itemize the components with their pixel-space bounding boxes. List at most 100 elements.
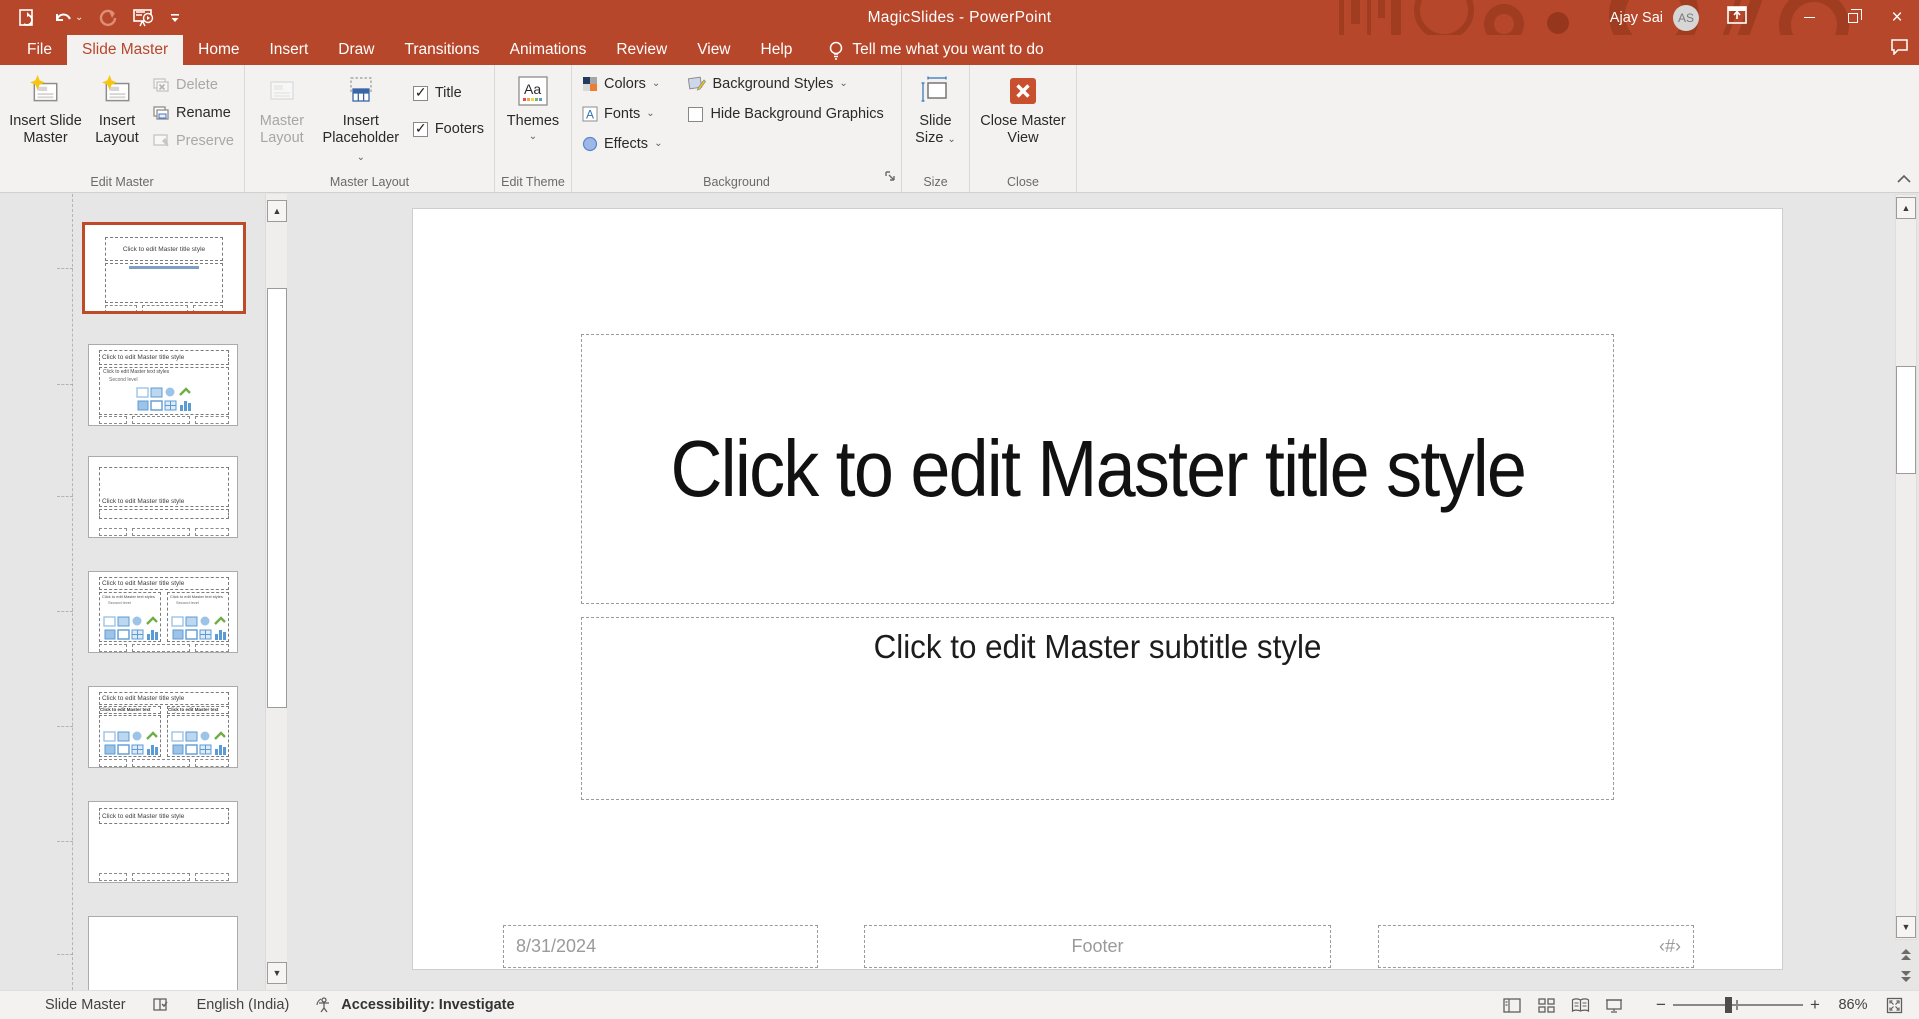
title-checkbox[interactable]: Title [412, 82, 484, 104]
slide-canvas[interactable]: Click to edit Master title style Click t… [412, 208, 1783, 970]
thumbnail-layout-two-content[interactable]: Click to edit Master title style Click t… [88, 571, 238, 653]
colors-button[interactable]: Colors ⌄ [582, 73, 662, 95]
tab-view[interactable]: View [682, 35, 745, 65]
spell-check-icon[interactable] [152, 997, 171, 1013]
slide-size-button[interactable]: Slide Size ⌄ [906, 68, 965, 148]
canvas-scroll-thumb[interactable] [1896, 366, 1916, 474]
accessibility-status[interactable]: Accessibility: Investigate [315, 996, 515, 1014]
tab-file[interactable]: File [12, 35, 67, 65]
background-styles-icon [688, 76, 707, 91]
group-label-close: Close [1007, 175, 1039, 189]
thumbnail-layout-section-header[interactable]: Click to edit Master title style [88, 456, 238, 538]
tab-home[interactable]: Home [183, 35, 254, 65]
powerpoint-window: ⌄ MagicSlides - PowerPoint Ajay Sai AS × [0, 0, 1919, 1019]
background-styles-chevron-icon: ⌄ [839, 78, 848, 89]
normal-view-icon[interactable] [1495, 991, 1529, 1019]
group-edit-master: Insert Slide Master Insert Layout Delete… [0, 65, 245, 192]
master-layout-button: Master Layout [249, 68, 315, 148]
thumbnail-layout-title-only[interactable]: Click to edit Master title style [88, 801, 238, 883]
thumbnail-scroll-up-icon[interactable]: ▲ [267, 200, 287, 222]
zoom-slider-handle[interactable] [1725, 997, 1732, 1013]
comment-icon[interactable] [1890, 38, 1909, 60]
canvas-scrollbar[interactable]: ▲ ▼ [1893, 194, 1919, 990]
start-slideshow-icon[interactable] [133, 8, 154, 27]
ribbon-display-options-icon[interactable] [1727, 6, 1747, 29]
delete-button: Delete [153, 74, 234, 96]
canvas-scroll-down-icon[interactable]: ▼ [1896, 916, 1916, 938]
delete-icon [153, 77, 169, 92]
customize-qat-icon[interactable] [170, 12, 180, 24]
thumbnail-layout-title-content[interactable]: Click to edit Master title style Click t… [88, 344, 238, 426]
insert-slide-master-icon [29, 73, 61, 109]
slideshow-view-icon[interactable] [1597, 991, 1631, 1019]
fit-slide-to-window-icon[interactable] [1879, 991, 1909, 1019]
tell-me-box[interactable]: Tell me what you want to do [829, 35, 1044, 65]
canvas-scroll-up-icon[interactable]: ▲ [1896, 197, 1916, 219]
zoom-in-button[interactable]: + [1803, 995, 1827, 1015]
save-icon[interactable] [18, 8, 37, 27]
tab-insert[interactable]: Insert [255, 35, 324, 65]
workspace: Click to edit Master title style Click t… [0, 194, 1919, 990]
effects-chevron-icon: ⌄ [654, 138, 663, 149]
view-label[interactable]: Slide Master [45, 997, 126, 1013]
effects-icon [582, 136, 598, 152]
tab-help[interactable]: Help [746, 35, 808, 65]
subtitle-placeholder[interactable]: Click to edit Master subtitle style [581, 617, 1614, 800]
slide-sorter-icon[interactable] [1529, 991, 1563, 1019]
avatar[interactable]: AS [1673, 4, 1699, 31]
thumbnail-layout-blank[interactable] [88, 916, 238, 990]
undo-icon[interactable]: ⌄ [53, 10, 83, 26]
minimize-button[interactable] [1787, 0, 1831, 35]
title-checkbox-box[interactable] [412, 84, 428, 101]
insert-slide-master-button[interactable]: Insert Slide Master [4, 68, 87, 148]
next-slide-button[interactable] [1896, 966, 1916, 986]
insert-placeholder-button[interactable]: Insert Placeholder ⌄ [315, 68, 407, 165]
hide-background-graphics-checkbox[interactable]: Hide Background Graphics [688, 103, 884, 125]
layout-connector-line [72, 194, 73, 990]
tab-animations[interactable]: Animations [495, 35, 602, 65]
thumbnail-scrollbar[interactable]: ▲ ▼ [265, 194, 287, 990]
thumbnail-slide-master[interactable]: Click to edit Master title style [82, 222, 246, 314]
master-layout-icon [267, 73, 297, 109]
zoom-percentage[interactable]: 86% [1827, 997, 1879, 1013]
zoom-slider[interactable] [1673, 997, 1803, 1013]
ribbon: Insert Slide Master Insert Layout Delete… [0, 65, 1919, 193]
collapse-ribbon-icon[interactable] [1895, 172, 1913, 190]
footers-checkbox[interactable]: Footers [412, 118, 484, 140]
reading-view-icon[interactable] [1563, 991, 1597, 1019]
tab-draw[interactable]: Draw [323, 35, 389, 65]
tab-transitions[interactable]: Transitions [389, 35, 494, 65]
title-placeholder[interactable]: Click to edit Master title style [581, 334, 1614, 604]
tab-slide-master[interactable]: Slide Master [66, 35, 184, 65]
footers-checkbox-box[interactable] [412, 120, 428, 137]
rename-button[interactable]: Rename [153, 102, 234, 124]
restore-button[interactable] [1831, 0, 1875, 35]
insert-layout-button[interactable]: Insert Layout [87, 68, 147, 148]
hide-background-graphics-box[interactable] [688, 106, 704, 122]
redo-icon[interactable] [99, 9, 117, 27]
language-label[interactable]: English (India) [197, 997, 290, 1013]
close-button[interactable]: × [1875, 0, 1919, 35]
thumbnail-scroll-down-icon[interactable]: ▼ [267, 962, 287, 984]
lightbulb-icon [830, 41, 843, 60]
thumbnail-layout-comparison[interactable]: Click to edit Master title style Click t… [88, 686, 238, 768]
zoom-out-button[interactable]: − [1649, 995, 1673, 1015]
slide-number-placeholder[interactable]: ‹#› [1378, 925, 1694, 968]
date-placeholder[interactable]: 8/31/2024 [503, 925, 818, 968]
group-label-size: Size [923, 175, 948, 189]
colors-icon [583, 77, 597, 91]
slide-size-chevron-icon: ⌄ [947, 134, 956, 146]
fonts-button[interactable]: A Fonts ⌄ [582, 103, 662, 125]
previous-slide-button[interactable] [1896, 944, 1916, 964]
background-styles-button[interactable]: Background Styles ⌄ [688, 73, 883, 95]
footer-placeholder[interactable]: Footer [864, 925, 1331, 968]
effects-button[interactable]: Effects ⌄ [582, 133, 662, 155]
themes-button[interactable]: Aa Themes ⌄ [497, 68, 569, 142]
tell-me-label: Tell me what you want to do [852, 41, 1044, 58]
undo-dropdown-icon[interactable]: ⌄ [75, 12, 83, 23]
thumbnail-scroll-thumb[interactable] [267, 288, 287, 708]
close-master-view-button[interactable]: Close Master View [974, 68, 1072, 148]
group-edit-theme: Aa Themes ⌄ Edit Theme [495, 65, 572, 192]
tab-review[interactable]: Review [601, 35, 682, 65]
user-name[interactable]: Ajay Sai [1610, 10, 1663, 26]
